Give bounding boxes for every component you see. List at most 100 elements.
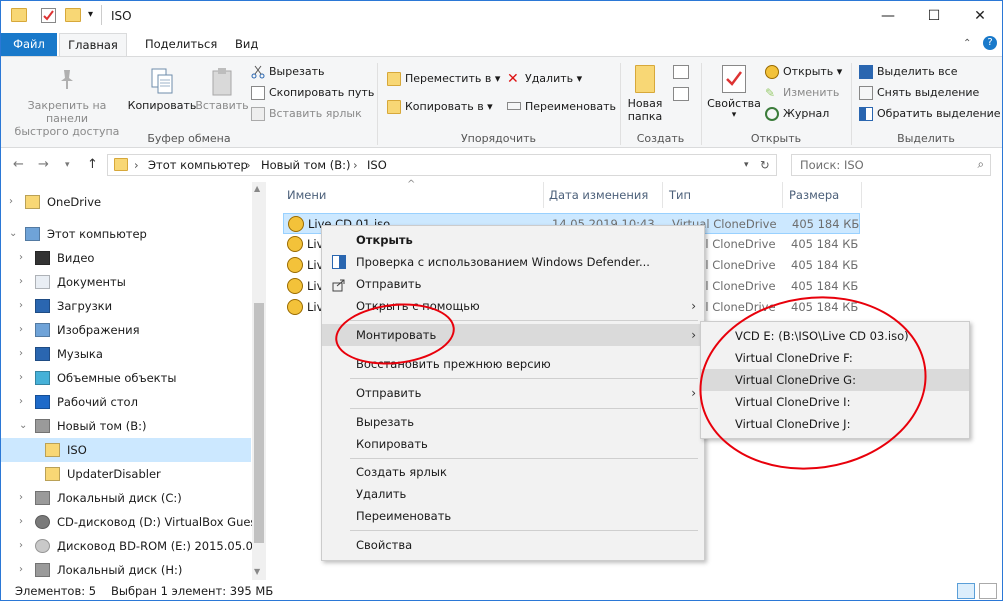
close-button[interactable]: ✕ [957,1,1002,31]
breadcrumb-volume-b[interactable]: Новый том (B:) [261,158,350,172]
breadcrumb-separator[interactable]: › [134,158,139,172]
menu-item-share[interactable]: Отправить [322,273,704,295]
paste-shortcut-button[interactable]: Вставить ярлык [251,104,362,124]
menu-item-delete[interactable]: Удалить [322,483,704,505]
copy-button[interactable]: Копировать [127,67,197,112]
recent-locations-icon[interactable]: ▾ [65,160,70,170]
nav-item-cd-дисковод-d-virtualbox-guest-a[interactable]: › CD-дисковод (D:) VirtualBox Guest A [1,510,266,534]
nav-item-объемные-объекты[interactable]: › Объемные объекты [1,366,251,390]
breadcrumb-separator[interactable]: › [246,158,251,172]
nav-item-этот-компьютер[interactable]: ⌄ Этот компьютер [1,222,251,246]
menu-item-create-shortcut[interactable]: Создать ярлык [322,461,704,483]
edit-button[interactable]: ✎ Изменить [765,83,839,103]
address-bar[interactable]: › Этот компьютер › Новый том (B:) › ISO … [107,154,777,176]
maximize-button[interactable]: ☐ [911,1,957,31]
collapsed-chevron-icon[interactable]: › [19,558,23,580]
refresh-icon[interactable]: ↻ [760,158,770,172]
expanded-chevron-icon[interactable]: ⌄ [9,222,17,246]
column-separator[interactable] [861,182,862,208]
collapsed-chevron-icon[interactable]: › [19,534,23,558]
forward-arrow-icon[interactable]: → [38,157,49,172]
scroll-up-icon[interactable]: ▲ [254,184,260,193]
new-item-icon[interactable] [673,65,689,79]
column-header-name[interactable]: Имени [287,182,326,208]
invert-selection-button[interactable]: Обратить выделение [859,104,1001,124]
tab-file[interactable]: Файл [1,33,57,56]
collapsed-chevron-icon[interactable]: › [19,246,23,270]
delete-button[interactable]: ✕ Удалить ▾ [507,69,582,89]
help-icon[interactable]: ? [983,36,997,50]
tab-home[interactable]: Главная [59,33,127,56]
search-input[interactable]: Поиск: ISO ⌕ [791,154,991,176]
nav-item-updaterdisabler[interactable]: UpdaterDisabler [1,462,251,486]
menu-item-properties[interactable]: Свойства [322,534,704,556]
new-folder-button[interactable]: Новая папка [625,65,665,123]
nav-item-музыка[interactable]: › Музыка [1,342,251,366]
menu-item-open[interactable]: Открыть [322,229,704,251]
nav-item-onedrive[interactable]: › OneDrive [1,190,251,214]
collapsed-chevron-icon[interactable]: › [19,510,23,534]
pin-quick-access-button[interactable]: Закрепить на панели быстрого доступа [5,67,129,138]
nav-item-видео[interactable]: › Видео [1,246,251,270]
scroll-down-icon[interactable]: ▼ [254,567,260,576]
column-header-date[interactable]: Дата изменения [549,182,648,208]
address-dropdown-icon[interactable]: ▾ [744,160,749,170]
column-separator[interactable] [662,182,663,208]
paste-button[interactable]: Вставить [194,67,250,112]
column-separator[interactable] [782,182,783,208]
large-icons-view-icon[interactable] [979,583,997,599]
collapsed-chevron-icon[interactable]: › [19,270,23,294]
nav-item-дисковод-bd-rom-e-2015-05-06-21[interactable]: › Дисковод BD-ROM (E:) 2015.05.06_21 [1,534,266,558]
properties-button[interactable]: Свойства ▾ [705,65,763,120]
nav-item-новый-том-b-[interactable]: ⌄ Новый том (B:) [1,414,251,438]
cut-button[interactable]: Вырезать [251,62,324,82]
up-arrow-icon[interactable]: ↑ [87,157,98,172]
collapsed-chevron-icon[interactable]: › [19,390,23,414]
copy-icon [150,67,174,97]
nav-item-документы[interactable]: › Документы [1,270,251,294]
back-arrow-icon[interactable]: ← [13,157,24,172]
scrollbar-thumb[interactable] [254,303,264,543]
breadcrumb-separator[interactable]: › [353,158,358,172]
tab-view[interactable]: Вид [221,33,272,56]
column-header-size[interactable]: Размера [789,182,839,208]
expanded-chevron-icon[interactable]: ⌄ [19,414,27,438]
collapsed-chevron-icon[interactable]: › [19,318,23,342]
tab-share[interactable]: Поделиться [131,33,231,56]
minimize-button[interactable]: — [865,1,911,31]
nav-item-локальный-диск-c-[interactable]: › Локальный диск (C:) [1,486,251,510]
collapsed-chevron-icon[interactable]: › [19,342,23,366]
move-to-button[interactable]: Переместить в ▾ [387,69,500,89]
easy-access-icon[interactable] [673,87,689,101]
column-separator[interactable] [543,182,544,208]
collapsed-chevron-icon[interactable]: › [9,190,13,214]
copy-path-button[interactable]: Скопировать путь [251,83,374,103]
menu-item-cut[interactable]: Вырезать [322,411,704,433]
collapsed-chevron-icon[interactable]: › [19,294,23,318]
select-all-button[interactable]: Выделить все [859,62,957,82]
breadcrumb-this-pc[interactable]: Этот компьютер [148,158,248,172]
properties-quick-icon[interactable] [41,8,56,23]
history-button[interactable]: Журнал [765,104,829,124]
menu-item-copy[interactable]: Копировать [322,433,704,455]
open-button[interactable]: Открыть ▾ [765,62,842,82]
nav-item-загрузки[interactable]: › Загрузки [1,294,251,318]
collapsed-chevron-icon[interactable]: › [19,486,23,510]
collapsed-chevron-icon[interactable]: › [19,366,23,390]
select-none-button[interactable]: Снять выделение [859,83,979,103]
menu-item-send-to[interactable]: Отправить › [322,382,704,404]
menu-item-rename[interactable]: Переименовать [322,505,704,527]
nav-item-iso[interactable]: ISO [1,438,251,462]
collapse-ribbon-icon[interactable]: ⌃ [963,38,971,49]
breadcrumb-iso[interactable]: ISO [367,158,387,172]
rename-button[interactable]: Переименовать [507,97,616,117]
details-view-icon[interactable] [957,583,975,599]
qat-dropdown-icon[interactable]: ▾ [88,9,93,20]
column-header-type[interactable]: Тип [669,182,691,208]
menu-item-defender-scan[interactable]: Проверка с использованием Windows Defend… [322,251,704,273]
copy-to-button[interactable]: Копировать в ▾ [387,97,493,117]
nav-item-локальный-диск-h-[interactable]: › Локальный диск (H:) [1,558,251,580]
nav-item-изображения[interactable]: › Изображения [1,318,251,342]
new-folder-quick-icon[interactable] [65,8,81,22]
nav-item-рабочий-стол[interactable]: › Рабочий стол [1,390,251,414]
